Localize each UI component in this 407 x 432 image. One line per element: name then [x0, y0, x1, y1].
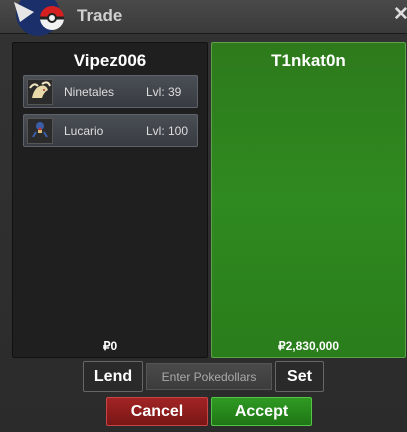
lucario-sprite-icon [27, 118, 53, 144]
lend-button[interactable]: Lend [83, 361, 143, 392]
game-logo [14, 0, 64, 36]
accept-button[interactable]: Accept [211, 397, 312, 426]
pokemon-level: Lvl: 39 [146, 85, 182, 99]
pokemon-name: Ninetales [64, 85, 115, 99]
title-bar[interactable]: Trade ✕ [0, 0, 407, 36]
pokemon-slot[interactable]: Ninetales Lvl: 39 [23, 75, 198, 108]
my-offered-money: ₽0 [102, 339, 118, 353]
partner-player-name: T1nkat0n [271, 51, 346, 70]
pokemon-name: Lucario [64, 124, 104, 138]
pokedollars-input[interactable] [146, 363, 272, 390]
cancel-button[interactable]: Cancel [106, 397, 208, 426]
set-money-button[interactable]: Set [275, 361, 324, 392]
my-offer-panel: Vipez006 Ninetales Lvl: 39 Lucario Lvl: … [12, 42, 208, 358]
pokemon-level: Lvl: 100 [146, 124, 189, 138]
trade-window: Trade ✕ Vipez006 Ninetales Lvl: 39 Lucar… [0, 0, 407, 432]
close-icon[interactable]: ✕ [393, 5, 407, 25]
partner-offered-money: ₽2,830,000 [277, 339, 340, 353]
partner-offer-panel: T1nkat0n ₽2,830,000 [211, 42, 406, 358]
ninetales-sprite-icon [27, 79, 53, 105]
window-title: Trade [77, 6, 123, 25]
my-player-name: Vipez006 [73, 51, 147, 70]
pokemon-slot[interactable]: Lucario Lvl: 100 [23, 114, 198, 147]
